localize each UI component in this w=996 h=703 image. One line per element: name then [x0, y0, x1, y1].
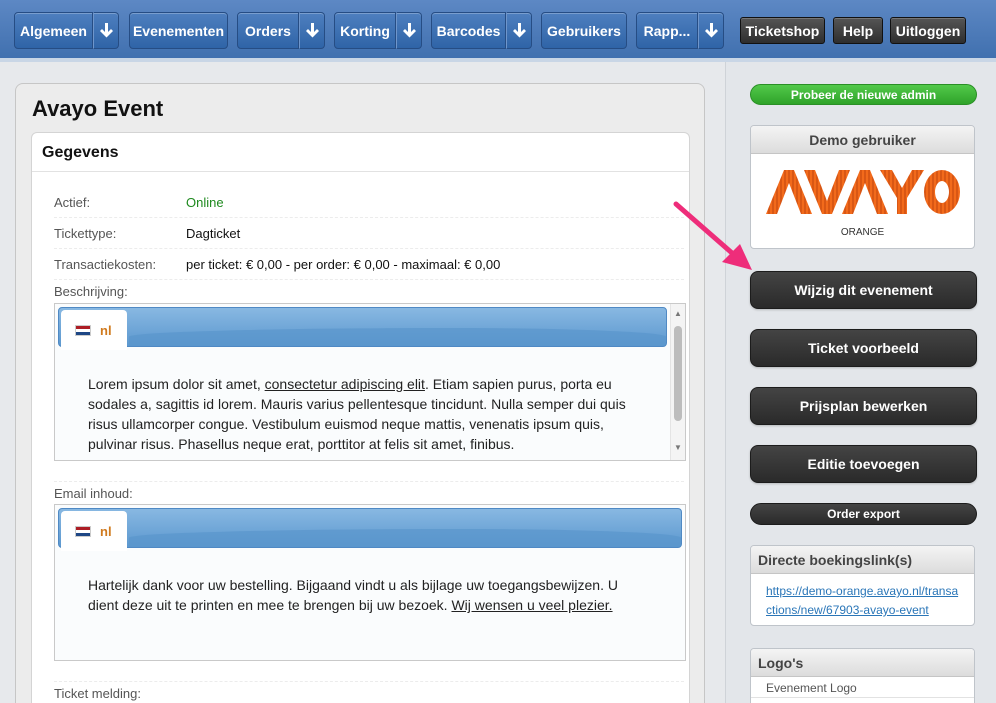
nav-rapportage[interactable]: Rapp... [636, 12, 724, 49]
nav-barcodes[interactable]: Barcodes [431, 12, 532, 49]
demo-user-box: Demo gebruiker ORANGE [750, 125, 975, 249]
logos-box: Logo's Evenement Logo [750, 648, 975, 703]
email-label-text: Email inhoud: [54, 486, 133, 501]
scroll-thumb[interactable] [674, 326, 682, 421]
page-title: Avayo Event [32, 96, 164, 121]
sidebar: Probeer de nieuwe admin Demo gebruiker O… [725, 62, 996, 703]
details-card-title: Gegevens [32, 133, 689, 172]
arrow-down-icon[interactable] [396, 12, 422, 49]
pointer-arrow-icon [673, 201, 752, 270]
email-editor[interactable]: nl Hartelijk dank voor uw bestelling. Bi… [54, 504, 686, 661]
divider [54, 681, 684, 682]
language-tab-bar [58, 307, 667, 347]
scroll-up-icon[interactable]: ▲ [674, 310, 682, 318]
top-navigation-bar: Algemeen Evenementen Orders Korting Barc… [0, 0, 996, 62]
divider [54, 279, 684, 280]
booking-links-title: Directe boekingslink(s) [751, 546, 974, 574]
booking-link[interactable]: https://demo-orange.avayo.nl/transaction… [766, 582, 964, 620]
help-button[interactable]: Help [833, 17, 883, 44]
ticket-preview-button[interactable]: Ticket voorbeeld [750, 329, 977, 367]
order-export-button[interactable]: Order export [750, 503, 977, 525]
nav-rapportage-button[interactable]: Rapp... [636, 12, 698, 49]
nav-korting-button[interactable]: Korting [334, 12, 396, 49]
nav-orders[interactable]: Orders [237, 12, 325, 49]
nav-algemeen[interactable]: Algemeen [14, 12, 119, 49]
flag-nl-icon [75, 525, 91, 537]
scroll-down-icon[interactable]: ▼ [674, 444, 682, 452]
status-online: Online [186, 195, 224, 210]
description-editor[interactable]: nl Lorem ipsum dolor sit amet, consectet… [54, 303, 686, 461]
description-link[interactable]: consectetur adipiscing elit [265, 376, 425, 392]
field-active-label: Actief: [54, 195, 91, 210]
edit-price-plan-button[interactable]: Prijsplan bewerken [750, 387, 977, 425]
field-transaction-costs-value: per ticket: € 0,00 - per order: € 0,00 -… [186, 257, 501, 272]
language-tab-bar [58, 508, 682, 548]
language-tab-nl[interactable]: nl [61, 310, 127, 350]
flag-nl-icon [75, 324, 91, 336]
add-edition-button[interactable]: Editie toevoegen [750, 445, 977, 483]
nav-evenementen-button[interactable]: Evenementen [129, 12, 228, 49]
description-scrollbar[interactable]: ▲ ▼ [670, 304, 685, 460]
arrow-down-icon[interactable] [506, 12, 532, 49]
nav-gebruikers[interactable]: Gebruikers [541, 12, 627, 49]
edit-event-button[interactable]: Wijzig dit evenement [750, 271, 977, 309]
description-text-part: Lorem ipsum dolor sit amet, [88, 376, 265, 392]
arrow-down-icon[interactable] [299, 12, 325, 49]
field-ticket-type-label: Tickettype: [54, 226, 117, 241]
field-transaction-costs-label: Transactiekosten: [54, 257, 157, 272]
nav-korting[interactable]: Korting [334, 12, 422, 49]
logo-item-event[interactable]: Evenement Logo [751, 677, 974, 698]
logout-button[interactable]: Uitloggen [890, 17, 966, 44]
logo-subtitle: ORANGE [840, 227, 885, 238]
language-code: nl [100, 322, 112, 338]
email-text[interactable]: Hartelijk dank voor uw bestelling. Bijga… [88, 575, 648, 615]
divider [54, 217, 684, 218]
ticketshop-button[interactable]: Ticketshop [740, 17, 825, 44]
arrow-down-icon[interactable] [698, 12, 724, 49]
avayo-logo [766, 170, 960, 214]
language-code: nl [100, 523, 112, 539]
field-ticket-type-value: Dagticket [186, 226, 241, 241]
nav-evenementen[interactable]: Evenementen [129, 12, 228, 49]
try-new-admin-button[interactable]: Probeer de nieuwe admin [750, 84, 977, 105]
nav-algemeen-button[interactable]: Algemeen [14, 12, 93, 49]
divider [54, 481, 684, 482]
nav-barcodes-button[interactable]: Barcodes [431, 12, 506, 49]
divider [54, 248, 684, 249]
nav-gebruikers-button[interactable]: Gebruikers [541, 12, 627, 49]
booking-links-box: Directe boekingslink(s) https://demo-ora… [750, 545, 975, 626]
details-card: Gegevens Actief: Online Tickettype: Dagt… [31, 132, 690, 703]
arrow-down-icon[interactable] [93, 12, 119, 49]
event-panel: Avayo Event Gegevens Actief: Online Tick… [15, 83, 705, 703]
ticket-notice-label-text: Ticket melding: [54, 686, 141, 701]
nav-orders-button[interactable]: Orders [237, 12, 299, 49]
avayo-logo-graphic [766, 170, 960, 214]
email-link[interactable]: Wij wensen u veel plezier. [451, 597, 612, 613]
description-label-text: Beschrijving: [54, 284, 128, 299]
language-tab-nl[interactable]: nl [61, 511, 127, 551]
demo-user-title: Demo gebruiker [751, 126, 974, 154]
description-text[interactable]: Lorem ipsum dolor sit amet, consectetur … [88, 374, 648, 454]
logos-title: Logo's [751, 649, 974, 677]
